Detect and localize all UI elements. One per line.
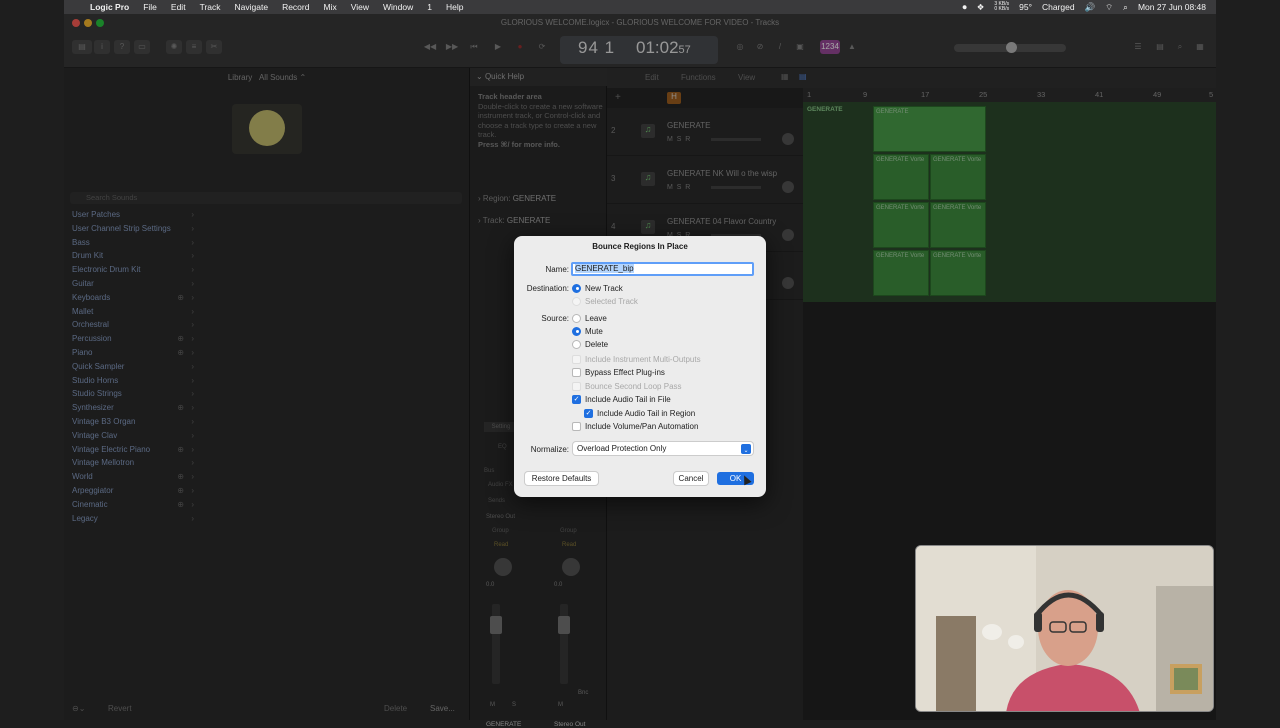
name-label: Name: (545, 265, 569, 274)
record-status-icon[interactable]: ⏺ (962, 2, 966, 13)
volume-icon[interactable]: 🔊 (1085, 2, 1096, 13)
battery-status[interactable]: Charged (1042, 2, 1075, 12)
radio-button[interactable] (572, 313, 581, 323)
webcam-overlay (915, 545, 1214, 712)
menu-file[interactable]: File (143, 2, 157, 12)
temperature: 95° (1019, 2, 1032, 12)
bounce-option-checkbox[interactable]: Include Volume/Pan Automation (572, 421, 698, 433)
radio-button[interactable] (572, 283, 581, 293)
name-field-value: GENERATE_bip (575, 264, 634, 273)
destination-option: Selected Track (572, 296, 638, 308)
webcam-image (916, 546, 1213, 711)
bounce-option-checkbox[interactable]: Bypass Effect Plug-ins (572, 367, 665, 379)
source-option[interactable]: Mute (572, 325, 603, 337)
menu-1[interactable]: 1 (427, 2, 432, 12)
menu-mix[interactable]: Mix (323, 2, 336, 12)
checkbox (572, 354, 581, 364)
bounce-option-checkbox: Bounce Second Loop Pass (572, 380, 682, 392)
menubar-datetime[interactable]: Mon 27 Jun 08:48 (1138, 2, 1206, 12)
dropbox-icon[interactable]: ❖ (977, 2, 985, 13)
menu-bar: Logic Pro File Edit Track Navigate Recor… (64, 0, 1216, 14)
search-icon[interactable]: ⌕ (1123, 2, 1128, 13)
menu-navigate[interactable]: Navigate (235, 2, 269, 12)
checkbox[interactable] (572, 368, 581, 377)
bounce-option-checkbox[interactable]: ✓ Include Audio Tail in Region (584, 407, 695, 419)
checkbox[interactable] (572, 422, 581, 431)
radio-button[interactable] (572, 326, 581, 336)
bounce-in-place-dialog: Bounce Regions In Place Name: GENERATE_b… (514, 236, 766, 497)
name-field[interactable]: GENERATE_bip (571, 262, 754, 276)
network-speed: 3 KB/s 0 KB/s (994, 1, 1010, 12)
dialog-title: Bounce Regions In Place (592, 242, 688, 251)
menu-edit[interactable]: Edit (171, 2, 186, 12)
restore-defaults-button[interactable]: Restore Defaults (525, 472, 598, 485)
wifi-icon[interactable]: ⌔ (1105, 2, 1113, 13)
bounce-option-checkbox: Include Instrument Multi-Outputs (572, 353, 701, 365)
strip1-name: GENERATE (486, 721, 522, 728)
cancel-button[interactable]: Cancel (674, 472, 708, 485)
radio-button[interactable] (572, 340, 581, 350)
checkbox[interactable]: ✓ (584, 408, 593, 418)
source-option[interactable]: Leave (572, 312, 607, 324)
bounce-option-checkbox[interactable]: ✓ Include Audio Tail in File (572, 394, 671, 406)
normalize-select[interactable]: Overload Protection Only ⌃ ⌄ (573, 442, 753, 455)
menu-window[interactable]: Window (383, 2, 413, 12)
menu-help[interactable]: Help (446, 2, 463, 12)
radio-button (572, 297, 581, 306)
menu-app[interactable]: Logic Pro (90, 2, 129, 12)
menu-record[interactable]: Record (282, 2, 309, 12)
source-option[interactable]: Delete (572, 339, 608, 351)
source-label: Source: (541, 314, 569, 323)
destination-option[interactable]: New Track (572, 282, 623, 294)
chevron-updown-icon: ⌃ ⌄ (741, 443, 751, 454)
destination-label: Destination: (526, 284, 569, 293)
normalize-label: Normalize: (530, 445, 569, 454)
checkbox[interactable]: ✓ (572, 395, 581, 404)
checkbox (572, 381, 581, 391)
menu-view[interactable]: View (351, 2, 369, 12)
menu-track[interactable]: Track (200, 2, 221, 12)
strip2-name: Stereo Out (554, 721, 586, 728)
